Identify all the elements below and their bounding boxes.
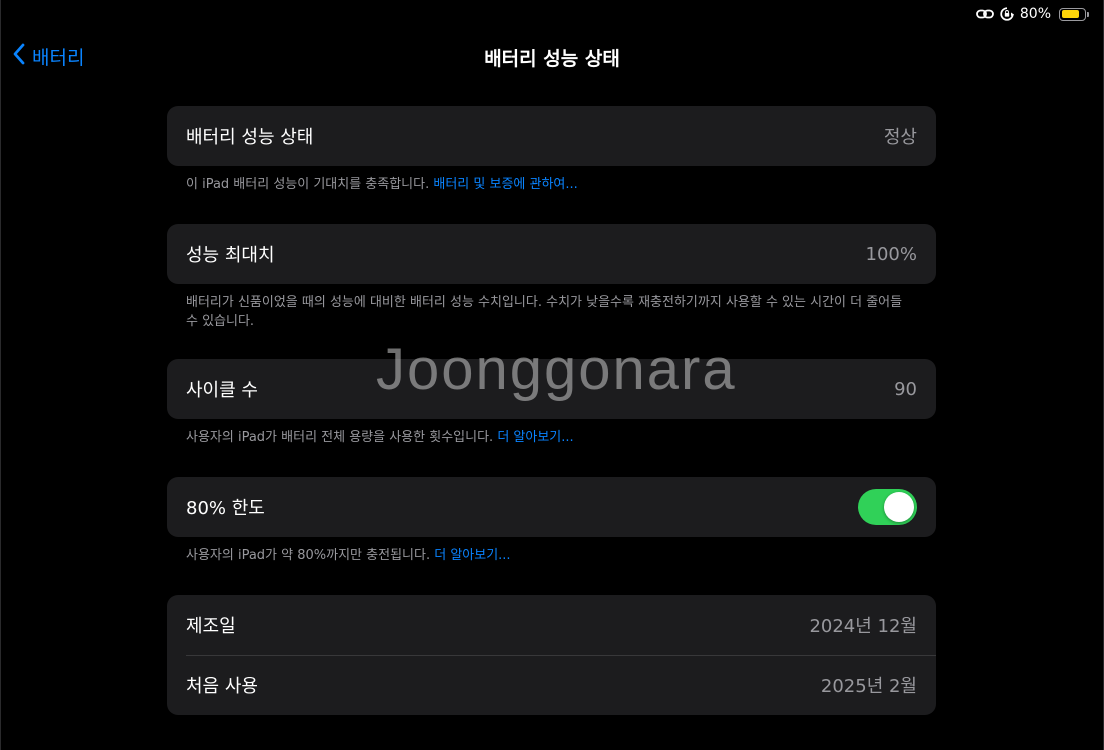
cycle-count-value: 90: [894, 378, 917, 400]
status-bar: 80%: [975, 4, 1089, 24]
dates-divider: [186, 655, 936, 656]
orientation-lock-icon: [1000, 7, 1014, 21]
battery-warranty-link[interactable]: 배터리 및 보증에 관하여...: [433, 177, 577, 192]
limit-80-card: 80% 한도: [167, 477, 936, 537]
max-capacity-card: 성능 최대치 100%: [167, 224, 936, 284]
battery-health-value: 정상: [883, 127, 917, 148]
cycle-count-footer-text: 사용자의 iPad가 배터리 전체 용량을 사용한 횟수입니다.: [186, 430, 494, 445]
battery-health-label: 배터리 성능 상태: [186, 127, 314, 148]
page-title: 배터리 성능 상태: [484, 48, 620, 70]
battery-health-row: 배터리 성능 상태 정상: [167, 106, 936, 166]
limit-80-row: 80% 한도: [167, 477, 936, 537]
limit-80-toggle[interactable]: [858, 489, 917, 525]
manufactured-value: 2024년 12월: [809, 616, 917, 637]
battery-nub: [1087, 11, 1089, 17]
cycle-count-footer: 사용자의 iPad가 배터리 전체 용량을 사용한 횟수입니다. 더 알아보기.…: [186, 428, 916, 447]
manufactured-row: 제조일 2024년 12월: [167, 595, 936, 655]
manufactured-label: 제조일: [186, 616, 236, 637]
first-use-label: 처음 사용: [186, 676, 258, 697]
limit-80-footer-text: 사용자의 iPad가 약 80%까지만 충전됩니다.: [186, 548, 431, 563]
battery-health-card: 배터리 성능 상태 정상: [167, 106, 936, 166]
max-capacity-label: 성능 최대치: [186, 245, 275, 266]
battery-health-footer: 이 iPad 배터리 성능이 기대치를 충족합니다. 배터리 및 보증에 관하여…: [186, 175, 916, 194]
cycle-count-learn-more-link[interactable]: 더 알아보기...: [497, 430, 573, 445]
cycle-count-label: 사이클 수: [186, 380, 258, 401]
max-capacity-row: 성능 최대치 100%: [167, 224, 936, 284]
first-use-value: 2025년 2월: [820, 676, 917, 697]
link-icon: [975, 7, 994, 21]
toggle-knob: [884, 492, 914, 522]
limit-80-learn-more-link[interactable]: 더 알아보기...: [434, 548, 510, 563]
battery-health-footer-text: 이 iPad 배터리 성능이 기대치를 충족합니다.: [186, 177, 430, 192]
cycle-count-card: 사이클 수 90: [167, 359, 936, 419]
battery-fill: [1061, 10, 1079, 18]
limit-80-label: 80% 한도: [186, 498, 265, 519]
max-capacity-value: 100%: [865, 243, 917, 265]
cycle-count-row: 사이클 수 90: [167, 359, 936, 419]
max-capacity-footer: 배터리가 신품이었을 때의 성능에 대비한 배터리 성능 수치입니다. 수치가 …: [186, 295, 903, 329]
battery-icon: [1059, 7, 1089, 21]
frame-edge-left: [0, 0, 1, 750]
first-use-row: 처음 사용 2025년 2월: [167, 655, 936, 715]
battery-percent: 80%: [1019, 6, 1051, 22]
limit-80-footer: 사용자의 iPad가 약 80%까지만 충전됩니다. 더 알아보기...: [186, 546, 916, 565]
